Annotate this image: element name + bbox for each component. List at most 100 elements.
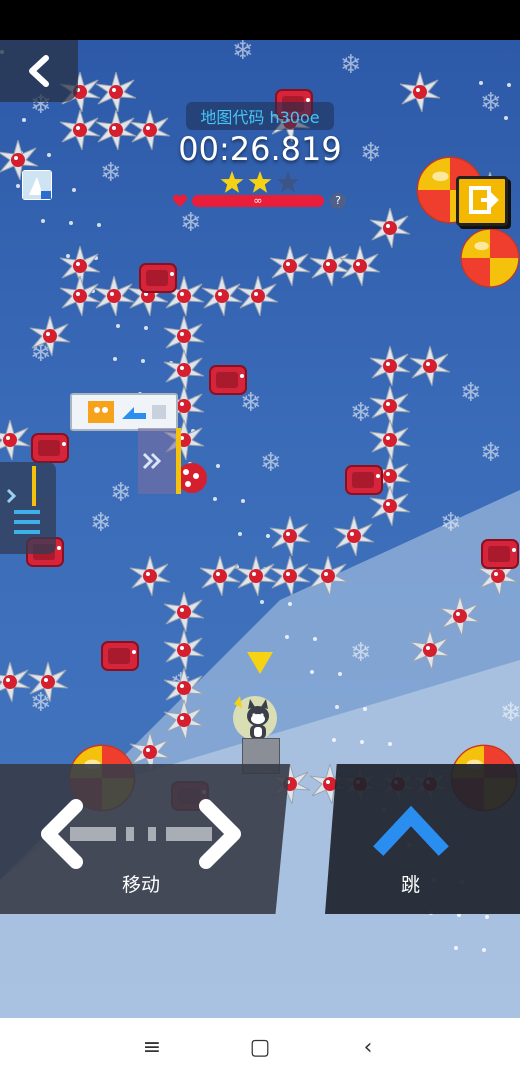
- spike-ball-icon: [199, 554, 241, 598]
- snow-particle: [113, 357, 117, 361]
- snow-particle: [507, 83, 511, 87]
- snowflake-icon: ❄: [460, 378, 482, 408]
- cat-player-icon: [233, 696, 277, 740]
- heart-icon: [172, 194, 188, 207]
- snow-particle: [310, 670, 314, 674]
- snow-particle: [141, 359, 145, 363]
- snow-particle: [285, 635, 289, 639]
- snow-particle: [335, 705, 339, 709]
- snowflake-icon: ❄: [480, 438, 502, 468]
- tv-monster-icon: [30, 430, 70, 466]
- spike-ball-icon: [339, 244, 381, 288]
- snow-particle: [260, 600, 264, 604]
- beach-ball-icon: [460, 228, 520, 288]
- spike-ball-icon: [163, 348, 205, 392]
- snow-particle: [47, 153, 51, 157]
- spike-ball-icon: [369, 418, 411, 462]
- double-chevron-icon: [142, 452, 162, 470]
- spike-ball-icon: [399, 70, 441, 114]
- map-thumbnail-icon: [23, 171, 51, 199]
- spike-ball-icon: [0, 660, 31, 704]
- map-thumbnail[interactable]: [22, 170, 52, 200]
- spike-ball-icon: [129, 554, 171, 598]
- snow-particle: [16, 184, 20, 188]
- snow-particle: [288, 602, 292, 606]
- snowflake-icon: ❄: [232, 36, 254, 66]
- nav-home-button[interactable]: ▢: [238, 1026, 282, 1070]
- snow-particle: [238, 532, 242, 536]
- snowflake-icon: ❄: [500, 698, 520, 728]
- health-display: ∞ ?: [172, 193, 352, 209]
- snow-particle: [241, 499, 245, 503]
- nav-back-button[interactable]: ‹: [346, 1026, 390, 1070]
- tv-monster-icon: [208, 362, 248, 398]
- direction-sign: [70, 393, 178, 431]
- spike-ball-icon: [409, 344, 451, 388]
- snowflake-icon: ❄: [350, 638, 372, 668]
- tv-monster-icon: [138, 260, 178, 296]
- snowflake-icon: ❄: [90, 508, 112, 538]
- up-arrow-icon: [373, 805, 449, 856]
- snow-particle: [332, 738, 336, 742]
- back-button[interactable]: [0, 40, 78, 102]
- exit-door-icon: [469, 186, 499, 214]
- spike-ball-icon: [95, 70, 137, 114]
- spike-ball-icon: [369, 206, 411, 250]
- snow-particle: [454, 946, 458, 950]
- side-menu-icon: [6, 466, 40, 534]
- tv-monster-icon: [100, 638, 140, 674]
- snow-particle: [338, 672, 342, 676]
- jump-label: 跳: [401, 874, 421, 896]
- jump-button[interactable]: [325, 764, 520, 914]
- snow-particle: [313, 637, 317, 641]
- snow-particle: [97, 223, 101, 227]
- snow-particle: [72, 188, 76, 192]
- spike-ball-icon: [29, 314, 71, 358]
- gate-block: [138, 428, 181, 494]
- map-code-label: 地图代码 h30oe: [186, 102, 334, 130]
- star-empty-icon: [276, 171, 300, 193]
- snow-particle: [479, 81, 483, 85]
- snowflake-icon: ❄: [480, 88, 502, 118]
- snow-particle: [116, 324, 120, 328]
- spike-ball-icon: [201, 274, 243, 318]
- star-filled-icon: [220, 171, 244, 193]
- snowflake-icon: ❄: [100, 158, 122, 188]
- spike-ball-icon: [409, 628, 451, 672]
- snowflake-icon: ❄: [340, 50, 362, 80]
- snow-particle: [388, 742, 392, 746]
- snow-particle: [485, 915, 489, 919]
- spike-ball-icon: [163, 590, 205, 634]
- snowflake-icon: ❄: [180, 208, 202, 238]
- player-indicator-icon: [247, 652, 273, 674]
- snowflake-icon: ❄: [110, 478, 132, 508]
- tv-monster-icon: [344, 462, 384, 498]
- snow-particle: [41, 219, 45, 223]
- snow-particle: [360, 740, 364, 744]
- spike-ball-icon: [369, 344, 411, 388]
- snow-particle: [213, 497, 217, 501]
- exit-button[interactable]: [456, 176, 508, 226]
- health-bar: ∞: [192, 195, 324, 207]
- nav-menu-button[interactable]: ≡: [130, 1026, 174, 1070]
- spike-ball-icon: [59, 108, 101, 152]
- tv-monster-icon: [480, 536, 520, 572]
- snow-particle: [216, 464, 220, 468]
- snow-particle: [482, 948, 486, 952]
- snowflake-icon: ❄: [260, 448, 282, 478]
- star-filled-icon: [248, 171, 272, 193]
- side-menu-button[interactable]: [0, 462, 56, 554]
- snowflake-icon: ❄: [350, 398, 372, 428]
- spike-ball-icon: [163, 698, 205, 742]
- sign-arrows-icon: [88, 401, 166, 423]
- help-button[interactable]: ?: [330, 193, 346, 209]
- snow-particle: [69, 221, 73, 225]
- spike-ball-icon: [307, 554, 349, 598]
- move-label: 移动: [122, 874, 161, 896]
- snow-particle: [504, 116, 508, 120]
- spike-ball-icon: [0, 418, 31, 462]
- timer: 00:26.819: [178, 130, 342, 168]
- spike-ball-icon: [333, 514, 375, 558]
- snow-particle: [144, 326, 148, 330]
- status-bar: [0, 0, 520, 40]
